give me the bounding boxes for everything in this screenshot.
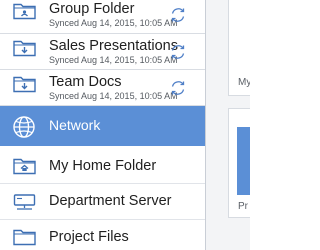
network-label: Network [49, 117, 101, 133]
list-item-team-docs[interactable]: Team Docs Synced Aug 14, 2015, 10:05 AM [0, 70, 205, 106]
row-title: Project Files [49, 229, 129, 245]
row-title: Team Docs [49, 74, 122, 90]
sync-icon[interactable] [169, 43, 187, 61]
row-title: Sales Presentations [49, 38, 178, 54]
tile-label: Pr [238, 201, 248, 212]
list-item-group-folder[interactable]: Group Folder Synced Aug 14, 2015, 10:05 … [0, 0, 205, 34]
folder-grid-pane: My H Pr [205, 0, 250, 250]
sidebar-item-project-files[interactable]: Project Files [0, 220, 205, 250]
folder-download-icon [13, 39, 36, 57]
folder-tile[interactable]: Pr [228, 108, 250, 218]
row-title: Group Folder [49, 1, 135, 17]
folder-tile[interactable]: My H [228, 0, 250, 96]
sidebar-item-network[interactable]: Network [0, 106, 205, 146]
sync-icon[interactable] [169, 6, 187, 24]
sync-icon[interactable] [169, 79, 187, 97]
folder-thumbnail [237, 127, 250, 195]
folder-list: Group Folder Synced Aug 14, 2015, 10:05 … [0, 0, 205, 250]
sidebar-item-my-home-folder[interactable]: My Home Folder [0, 148, 205, 184]
globe-icon [12, 115, 36, 139]
folder-shared-icon [13, 2, 36, 20]
sync-timestamp: Synced Aug 14, 2015, 10:05 AM [49, 55, 178, 65]
folder-icon [13, 228, 36, 246]
list-item-sales-presentations[interactable]: Sales Presentations Synced Aug 14, 2015,… [0, 34, 205, 70]
row-title: Department Server [49, 193, 172, 209]
row-title: My Home Folder [49, 158, 157, 174]
tile-label: My H [238, 77, 250, 88]
sidebar-item-department-server[interactable]: Department Server [0, 184, 205, 220]
sync-timestamp: Synced Aug 14, 2015, 10:05 AM [49, 91, 178, 101]
folder-download-icon [13, 75, 36, 93]
server-icon [13, 193, 36, 211]
folder-home-icon [13, 157, 36, 175]
sync-timestamp: Synced Aug 14, 2015, 10:05 AM [49, 18, 178, 28]
